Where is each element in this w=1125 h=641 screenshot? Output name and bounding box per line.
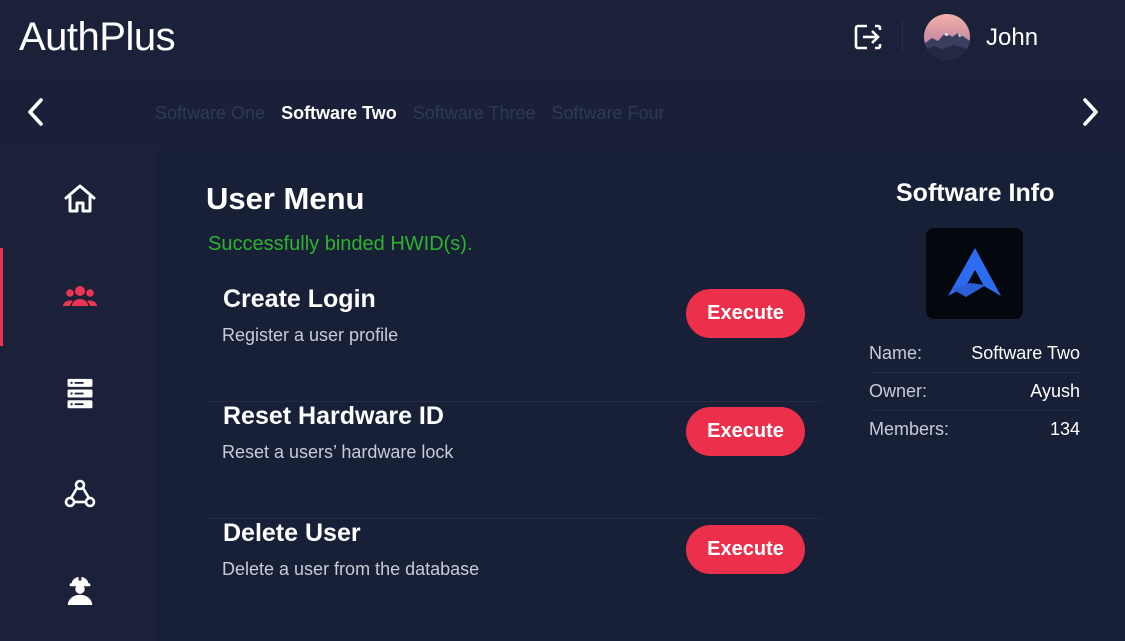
previous-button[interactable]: [21, 94, 51, 130]
app-window: AuthPlus John Software One Software Two …: [0, 0, 1125, 641]
status-message: Successfully binded HWID(s).: [208, 233, 473, 255]
top-header: AuthPlus John: [0, 0, 1125, 76]
avatar[interactable]: [924, 14, 970, 60]
action-description: Reset a users’ hardware lock: [222, 442, 454, 462]
logout-button[interactable]: [853, 22, 883, 52]
next-button[interactable]: [1075, 94, 1105, 130]
chevron-left-icon: [28, 98, 43, 126]
info-value: Ayush: [1030, 381, 1080, 401]
avatar-image: [924, 14, 970, 60]
create-login-execute-button[interactable]: Execute: [686, 289, 805, 338]
sidebar-item-home[interactable]: [0, 150, 156, 248]
info-value: Software Two: [971, 343, 1080, 363]
tab-software-three[interactable]: Software Three: [413, 102, 536, 124]
software-tabs: Software One Software Two Software Three…: [155, 102, 681, 124]
worker-icon: [67, 575, 93, 606]
action-title: Reset Hardware ID: [223, 402, 444, 430]
sidebar-item-users[interactable]: [0, 248, 156, 346]
action-row-reset-hwid: Reset Hardware ID Reset a users’ hardwar…: [205, 401, 821, 519]
server-icon: [67, 378, 93, 409]
info-value: 134: [1049, 419, 1080, 439]
action-description: Delete a user from the database: [222, 559, 480, 579]
delete-user-execute-button[interactable]: Execute: [686, 525, 805, 574]
info-key: Members:: [869, 419, 950, 439]
sidebar-item-servers[interactable]: [0, 345, 156, 443]
info-row-owner: Owner: Ayush: [869, 372, 1080, 411]
users-icon: [63, 286, 97, 306]
software-info-title: Software Info: [896, 179, 1055, 207]
info-row-members: Members: 134: [869, 410, 1080, 448]
user-name[interactable]: John: [986, 24, 1038, 52]
home-icon: [64, 184, 96, 213]
webhook-icon: [64, 479, 96, 508]
action-title: Create Login: [223, 285, 376, 313]
software-tab-bar: Software One Software Two Software Three…: [0, 76, 1125, 148]
sidebar-item-webhooks[interactable]: [0, 444, 156, 542]
action-description: Register a user profile: [222, 325, 399, 345]
tab-software-two[interactable]: Software Two: [281, 102, 397, 124]
chevron-right-icon: [1083, 98, 1098, 126]
info-key: Owner:: [869, 381, 928, 401]
info-row-name: Name: Software Two: [869, 334, 1080, 373]
sidebar: [0, 148, 156, 641]
header-divider: [902, 20, 903, 52]
action-title: Delete User: [223, 519, 361, 547]
action-row-delete-user: Delete User Delete a user from the datab…: [205, 518, 821, 635]
tab-software-one[interactable]: Software One: [155, 102, 265, 124]
main-panel: User Menu Successfully binded HWID(s). C…: [156, 150, 1125, 641]
app-logo: AuthPlus: [19, 15, 176, 59]
reset-hwid-execute-button[interactable]: Execute: [686, 407, 805, 456]
software-logo: [926, 228, 1023, 319]
action-row-create-login: Create Login Register a user profile Exe…: [205, 284, 821, 402]
tab-software-four[interactable]: Software Four: [551, 102, 664, 124]
sidebar-item-workers[interactable]: [0, 541, 156, 639]
software-logo-icon: [948, 248, 1001, 297]
page-title: User Menu: [206, 181, 365, 216]
logout-icon: [854, 24, 882, 50]
info-key: Name:: [869, 343, 923, 363]
